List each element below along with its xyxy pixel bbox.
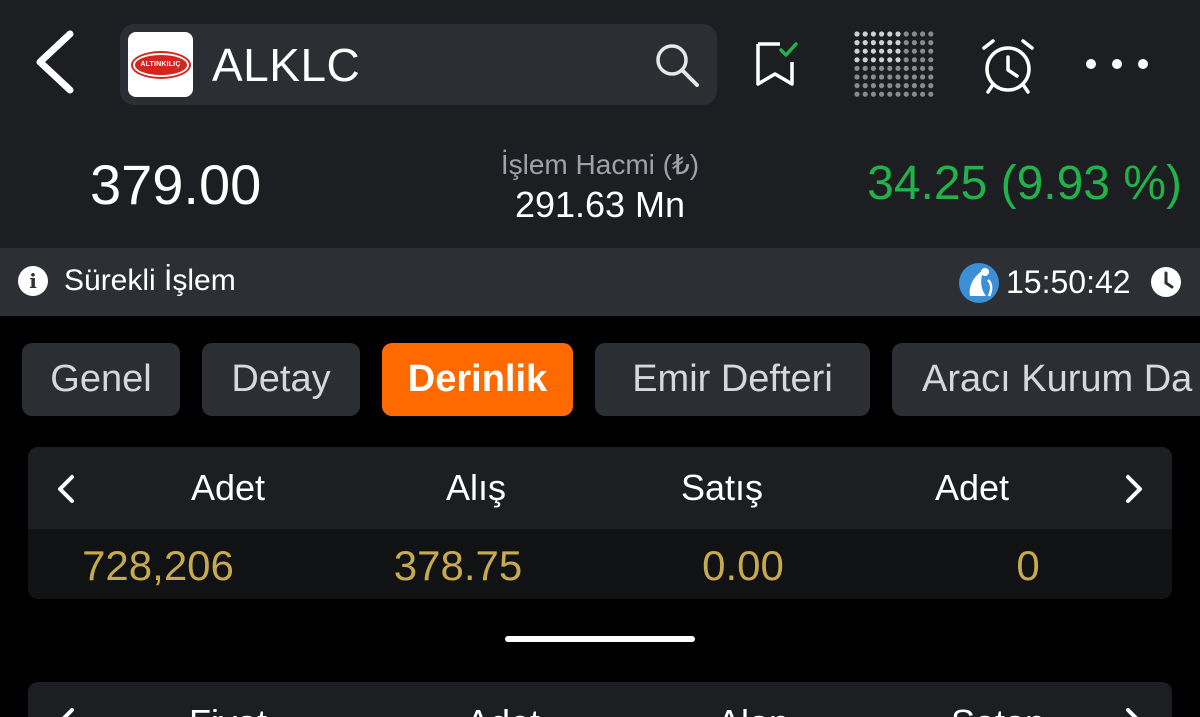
depth-table: Adet Alış Satış Adet 728,206 378.75 0.00… <box>28 447 1172 599</box>
column-header-price: Fiyat <box>148 702 308 717</box>
tab-genel[interactable]: Genel <box>22 343 180 416</box>
chevron-left-icon[interactable] <box>54 471 78 507</box>
chevron-right-icon[interactable] <box>1122 471 1146 507</box>
ask-qty-value: 0 <box>1016 542 1040 589</box>
tab-detay[interactable]: Detay <box>202 343 360 416</box>
tab-araci-kurum[interactable]: Aracı Kurum Da <box>892 343 1200 416</box>
trades-table: Fiyat Adet Alan Satan <box>28 682 1172 717</box>
chevron-right-icon[interactable] <box>1122 704 1146 717</box>
bookmark-check-icon[interactable] <box>752 40 802 88</box>
session-status-bar: i Sürekli İşlem 15:50:42 <box>0 248 1200 316</box>
price-change: 34.25 (9.93 %) <box>867 157 1182 210</box>
column-header-qty: Adet <box>423 702 583 717</box>
tab-derinlik[interactable]: Derinlik <box>382 343 573 416</box>
clock-time: 15:50:42 <box>1006 264 1131 300</box>
depth-table-header: Adet Alış Satış Adet <box>28 447 1172 529</box>
column-header-ask: Satış <box>680 467 764 508</box>
symbol-search-box[interactable]: ALTINKILIÇ ALKLC <box>120 24 717 105</box>
tab-emir-defteri[interactable]: Emir Defteri <box>595 343 870 416</box>
session-status: Sürekli İşlem <box>64 264 236 297</box>
search-icon[interactable] <box>653 41 701 89</box>
column-header-seller: Satan <box>918 702 1078 717</box>
drag-handle[interactable] <box>505 636 695 642</box>
column-header-buyer: Alan <box>673 702 833 717</box>
column-header-ask-qty: Adet <box>934 467 1010 508</box>
info-icon[interactable]: i <box>18 266 48 296</box>
symbol-title: ALKLC <box>212 39 361 91</box>
volume-value: 291.63 Mn <box>514 184 686 225</box>
exchange-logo-icon <box>959 263 999 303</box>
chevron-left-icon[interactable] <box>54 704 78 717</box>
top-bar: ALTINKILIÇ ALKLC 379.00 İşlem Hacmi (₺) … <box>0 0 1200 248</box>
last-price: 379.00 <box>90 153 262 216</box>
volume-label: İşlem Hacmi (₺) <box>500 149 700 180</box>
logo-text: ALTINKILIÇ <box>140 61 181 68</box>
company-logo: ALTINKILIÇ <box>128 32 193 97</box>
column-header-bid-qty: Adet <box>190 467 266 508</box>
clock-icon <box>1151 267 1181 297</box>
column-header-bid: Alış <box>445 467 506 508</box>
alarm-clock-icon[interactable] <box>978 38 1038 94</box>
back-chevron-icon[interactable] <box>30 30 80 94</box>
bid-price-value: 378.75 <box>393 542 523 589</box>
more-dots-icon[interactable] <box>1082 52 1152 76</box>
dot-grid-icon[interactable] <box>853 30 935 100</box>
bid-qty-value: 728,206 <box>82 542 234 589</box>
ask-price-value: 0.00 <box>702 542 784 589</box>
tab-bar: Genel Detay Derinlik Emir Defteri Aracı … <box>0 343 1200 417</box>
table-row[interactable]: 728,206 378.75 0.00 0 <box>28 529 1172 599</box>
